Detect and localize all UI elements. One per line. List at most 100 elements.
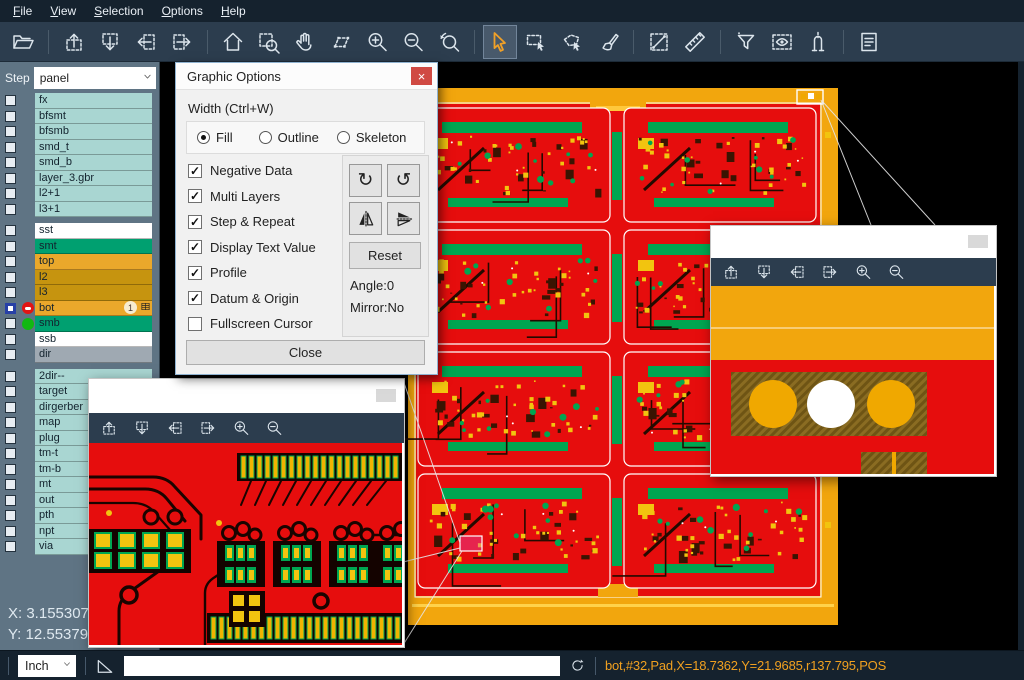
- layer-row-bot[interactable]: bot1: [0, 301, 159, 317]
- checkbox-datum-origin[interactable]: ✓Datum & Origin: [188, 286, 316, 312]
- tool-zoom-out-button[interactable]: [265, 419, 283, 437]
- zoom-window-left-titlebar[interactable]: [89, 379, 404, 413]
- menu-file[interactable]: File: [4, 2, 41, 20]
- dialog-titlebar[interactable]: Graphic Options: [176, 63, 437, 90]
- reset-button[interactable]: Reset: [349, 242, 421, 269]
- layer-checkbox[interactable]: [5, 95, 16, 106]
- checkbox-step-repeat[interactable]: ✓Step & Repeat: [188, 209, 316, 235]
- radio-skeleton[interactable]: Skeleton: [337, 130, 407, 145]
- layer-row-bfsmb[interactable]: bfsmb: [0, 124, 159, 140]
- zoom-window-right-titlebar[interactable]: [711, 226, 996, 258]
- radio-fill[interactable]: Fill: [197, 130, 233, 145]
- layer-checkbox[interactable]: [5, 433, 16, 444]
- layer-checkbox[interactable]: [5, 318, 16, 329]
- layer-row-l3+1[interactable]: l3+1: [0, 202, 159, 218]
- close-button[interactable]: Close: [186, 340, 425, 365]
- tool-measure-line-button[interactable]: [643, 26, 675, 58]
- tool-pan-right-button[interactable]: [199, 419, 217, 437]
- layer-row-dir[interactable]: dir: [0, 347, 159, 363]
- layer-row-fx[interactable]: fx: [0, 93, 159, 109]
- window-button[interactable]: [968, 235, 988, 248]
- layer-row-l3[interactable]: l3: [0, 285, 159, 301]
- layer-checkbox[interactable]: [5, 417, 16, 428]
- zoom-window-right-canvas[interactable]: [711, 286, 994, 474]
- window-button[interactable]: [376, 389, 396, 402]
- tool-view-move-button[interactable]: [325, 26, 357, 58]
- checkbox-multi-layers[interactable]: ✓Multi Layers: [188, 184, 316, 210]
- tool-pan-down-button[interactable]: [94, 26, 126, 58]
- tool-pan-left-button[interactable]: [130, 26, 162, 58]
- layer-row-sst[interactable]: sst: [0, 223, 159, 239]
- tool-home-button[interactable]: [217, 26, 249, 58]
- layer-checkbox[interactable]: [5, 256, 16, 267]
- mirror-diagonal-button[interactable]: [387, 202, 420, 235]
- command-input[interactable]: [124, 656, 560, 676]
- layer-row-bfsmt[interactable]: bfsmt: [0, 109, 159, 125]
- layer-checkbox[interactable]: [5, 371, 16, 382]
- tool-select-arrow-button[interactable]: [484, 26, 516, 58]
- layer-checkbox[interactable]: [5, 448, 16, 459]
- layer-checkbox[interactable]: [5, 272, 16, 283]
- layer-checkbox[interactable]: [5, 349, 16, 360]
- tool-pan-down-button[interactable]: [133, 419, 151, 437]
- tool-pan-right-button[interactable]: [166, 26, 198, 58]
- layer-checkbox[interactable]: [5, 142, 16, 153]
- tool-open-folder-button[interactable]: [7, 26, 39, 58]
- layer-checkbox[interactable]: [5, 126, 16, 137]
- menu-options[interactable]: Options: [153, 2, 212, 20]
- layer-checkbox[interactable]: [5, 479, 16, 490]
- layer-row-top[interactable]: top: [0, 254, 159, 270]
- tool-pan-right-button[interactable]: [821, 263, 839, 281]
- layer-checkbox[interactable]: [5, 303, 16, 314]
- layer-checkbox[interactable]: [5, 526, 16, 537]
- layer-checkbox[interactable]: [5, 111, 16, 122]
- layer-row-layer_3.gbr[interactable]: layer_3.gbr: [0, 171, 159, 187]
- tool-pan-up-button[interactable]: [722, 263, 740, 281]
- dialog-close-button[interactable]: ×: [411, 67, 432, 85]
- tool-pan-hand-button[interactable]: [289, 26, 321, 58]
- layer-checkbox[interactable]: [5, 157, 16, 168]
- layer-checkbox[interactable]: [5, 464, 16, 475]
- layer-checkbox[interactable]: [5, 334, 16, 345]
- tool-pan-up-button[interactable]: [100, 419, 118, 437]
- checkbox-fullscreen-cursor[interactable]: Fullscreen Cursor: [188, 311, 316, 337]
- layer-row-l2+1[interactable]: l2+1: [0, 186, 159, 202]
- checkbox-display-text-value[interactable]: ✓Display Text Value: [188, 235, 316, 261]
- layer-row-l2[interactable]: l2: [0, 270, 159, 286]
- menu-help[interactable]: Help: [212, 2, 255, 20]
- tool-pan-left-button[interactable]: [788, 263, 806, 281]
- layer-row-smt[interactable]: smt: [0, 239, 159, 255]
- unit-dropdown[interactable]: Inch: [18, 655, 76, 677]
- menu-view[interactable]: View: [41, 2, 85, 20]
- layer-row-ssb[interactable]: ssb: [0, 332, 159, 348]
- tool-snap-magnet-button[interactable]: [802, 26, 834, 58]
- tool-zoom-in-button[interactable]: [854, 263, 872, 281]
- tool-zoom-in-button[interactable]: [232, 419, 250, 437]
- layer-checkbox[interactable]: [5, 204, 16, 215]
- rotate-ccw-button[interactable]: ↺: [387, 164, 420, 197]
- layer-checkbox[interactable]: [5, 402, 16, 413]
- tool-select-poly-button[interactable]: [556, 26, 588, 58]
- mirror-vertical-button[interactable]: [349, 202, 382, 235]
- layer-checkbox[interactable]: [5, 510, 16, 521]
- step-dropdown[interactable]: panel: [34, 67, 156, 89]
- tool-measure-ruler-button[interactable]: [679, 26, 711, 58]
- layer-checkbox[interactable]: [5, 241, 16, 252]
- tool-view-eye-button[interactable]: [766, 26, 798, 58]
- tool-zoom-in-button[interactable]: [361, 26, 393, 58]
- tool-pan-down-button[interactable]: [755, 263, 773, 281]
- tool-report-button[interactable]: [853, 26, 885, 58]
- tool-select-rect-button[interactable]: [520, 26, 552, 58]
- tool-zoom-window-button[interactable]: [253, 26, 285, 58]
- checkbox-profile[interactable]: ✓Profile: [188, 260, 316, 286]
- layer-checkbox[interactable]: [5, 495, 16, 506]
- layer-checkbox[interactable]: [5, 188, 16, 199]
- checkbox-negative-data[interactable]: ✓Negative Data: [188, 158, 316, 184]
- tool-highlight-brush-button[interactable]: [592, 26, 624, 58]
- tool-pan-up-button[interactable]: [58, 26, 90, 58]
- radio-outline[interactable]: Outline: [259, 130, 319, 145]
- layer-checkbox[interactable]: [5, 173, 16, 184]
- layer-checkbox[interactable]: [5, 541, 16, 552]
- layer-checkbox[interactable]: [5, 287, 16, 298]
- tool-zoom-out-button[interactable]: [887, 263, 905, 281]
